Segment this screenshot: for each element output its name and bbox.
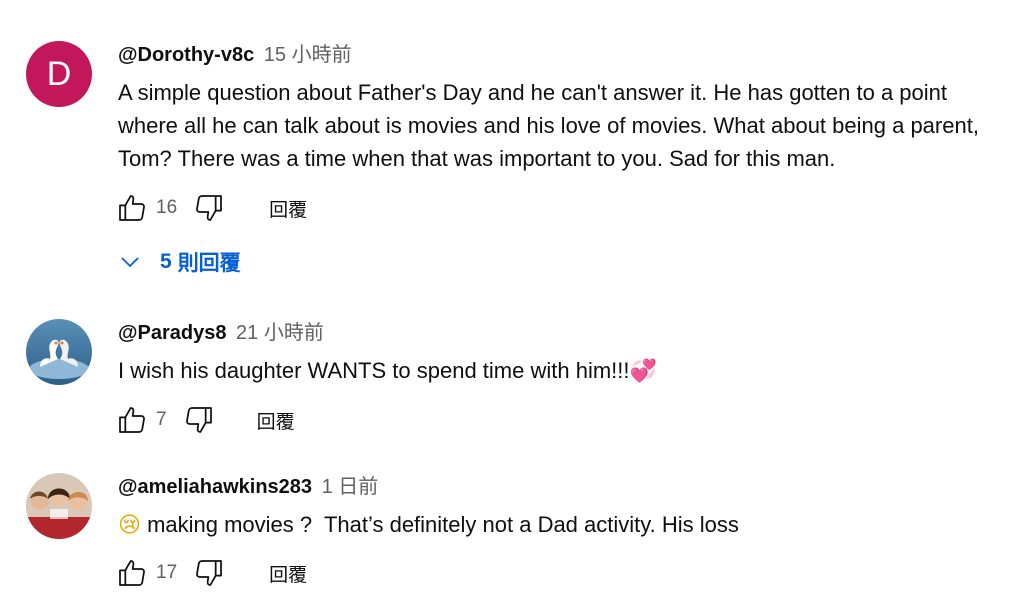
avatar[interactable]: D [26,41,92,107]
comment-author[interactable]: @Dorothy-v8c [118,44,254,66]
thumbs-up-icon [119,195,145,221]
reply-button[interactable]: 回覆 [257,407,295,434]
like-button[interactable] [114,555,150,591]
comment-header: @Dorothy-v8c 15 小時前 [118,42,352,68]
swan-avatar-image [26,319,92,385]
comment-header: @ameliahawkins283 1 日前 [118,474,378,500]
comment-text: I wish his daughter WANTS to spend time … [118,354,998,388]
like-count: 7 [156,409,167,430]
avatar-letter: D [46,54,72,93]
comment-actions: 16 回覆 [114,190,307,226]
comment-actions: 7 回覆 [114,402,295,438]
dislike-button[interactable] [191,190,227,226]
chevron-down-icon [121,257,139,268]
like-button[interactable] [114,190,150,226]
group-photo-avatar-image [26,473,92,539]
comment-text-body: making movies ? That’s definitely not a … [147,512,739,537]
view-replies-button[interactable]: 5 則回覆 [118,245,241,279]
like-count: 16 [156,197,178,218]
comment-time[interactable]: 21 小時前 [236,322,324,344]
comment-header: @Paradys8 21 小時前 [118,320,324,346]
like-count: 17 [156,562,178,583]
reply-button[interactable]: 回覆 [269,560,307,587]
like-button[interactable] [114,402,150,438]
thumbs-down-icon [196,195,223,221]
crying-face-emoji: 😢 [118,513,141,538]
replies-count: 5 [160,250,172,273]
comment-author[interactable]: @Paradys8 [118,322,226,344]
comment-text: A simple question about Father's Day and… [118,80,979,171]
avatar[interactable] [26,319,92,385]
comment-author[interactable]: @ameliahawkins283 [118,476,312,498]
dislike-button[interactable] [181,402,217,438]
replies-label: 則回覆 [177,252,241,275]
comment-text-body: I wish his daughter WANTS to spend time … [118,358,630,383]
comment-time[interactable]: 1 日前 [322,476,379,498]
thumbs-down-icon [196,560,223,586]
comment-actions: 17 回覆 [114,555,307,591]
avatar[interactable] [26,473,92,539]
two-hearts-emoji: 💞 [629,359,657,384]
thumbs-up-icon [119,560,145,586]
dislike-button[interactable] [191,555,227,591]
thumbs-up-icon [119,407,145,433]
comment-text: 😢 making movies ? That’s definitely not … [118,508,998,542]
reply-button[interactable]: 回覆 [269,195,307,222]
comment-time[interactable]: 15 小時前 [264,44,352,66]
thumbs-down-icon [185,407,212,433]
